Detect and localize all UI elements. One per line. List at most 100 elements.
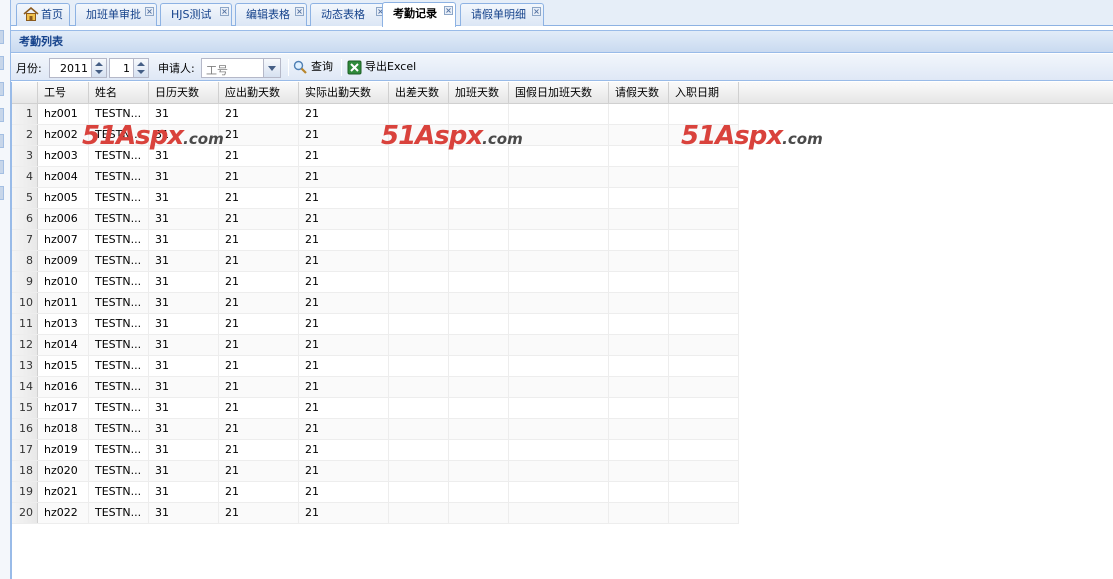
cell-hire-date (669, 104, 739, 124)
query-button[interactable]: 查询 (291, 58, 333, 78)
cell-actual-days: 21 (299, 440, 389, 460)
table-row[interactable]: 16 hz018 TESTN... 31 21 21 (12, 419, 739, 440)
cell-overtime-days (449, 398, 509, 418)
cell-holiday-overtime-days (509, 503, 609, 523)
export-excel-button[interactable]: 导出Excel (345, 58, 416, 78)
cell-overtime-days (449, 251, 509, 271)
table-row[interactable]: 9 hz010 TESTN... 31 21 21 (12, 272, 739, 293)
cell-employee-id: hz022 (38, 503, 89, 523)
spinner-arrows-icon[interactable] (133, 59, 148, 77)
column-header[interactable]: 国假日加班天数 (509, 82, 609, 104)
nav-collapse-handle (0, 160, 4, 174)
cell-actual-days: 21 (299, 125, 389, 145)
column-header[interactable]: 加班天数 (449, 82, 509, 104)
cell-required-days: 21 (219, 167, 299, 187)
cell-holiday-overtime-days (509, 209, 609, 229)
table-row[interactable]: 11 hz013 TESTN... 31 21 21 (12, 314, 739, 335)
left-nav-strip[interactable] (0, 0, 11, 579)
cell-hire-date (669, 293, 739, 313)
year-spinner[interactable]: 2011 (49, 58, 107, 78)
table-row[interactable]: 15 hz017 TESTN... 31 21 21 (12, 398, 739, 419)
table-row[interactable]: 14 hz016 TESTN... 31 21 21 (12, 377, 739, 398)
nav-collapse-handle (0, 56, 4, 70)
cell-business-trip-days (389, 188, 449, 208)
cell-holiday-overtime-days (509, 272, 609, 292)
cell-hire-date (669, 209, 739, 229)
table-row[interactable]: 5 hz005 TESTN... 31 21 21 (12, 188, 739, 209)
table-row[interactable]: 6 hz006 TESTN... 31 21 21 (12, 209, 739, 230)
main-area: 首页 加班单审批 × HJS测试 × 编辑表格 × 动态表格 × 考勤记录 × … (11, 0, 1113, 579)
table-row[interactable]: 4 hz004 TESTN... 31 21 21 (12, 167, 739, 188)
column-header[interactable]: 姓名 (89, 82, 149, 104)
column-header[interactable]: 实际出勤天数 (299, 82, 389, 104)
column-header[interactable]: 日历天数 (149, 82, 219, 104)
cell-hire-date (669, 335, 739, 355)
cell-leave-days (609, 398, 669, 418)
cell-hire-date (669, 188, 739, 208)
table-row[interactable]: 13 hz015 TESTN... 31 21 21 (12, 356, 739, 377)
row-number: 6 (12, 209, 38, 229)
cell-name: TESTN... (89, 104, 149, 124)
cell-overtime-days (449, 125, 509, 145)
tab-overtime-approval[interactable]: 加班单审批 × (75, 3, 157, 26)
cell-overtime-days (449, 461, 509, 481)
row-number: 5 (12, 188, 38, 208)
close-icon[interactable]: × (220, 7, 229, 16)
cell-name: TESTN... (89, 335, 149, 355)
close-icon[interactable]: × (444, 6, 453, 15)
table-row[interactable]: 12 hz014 TESTN... 31 21 21 (12, 335, 739, 356)
applicant-combo[interactable]: 工号 (201, 58, 281, 78)
close-icon[interactable]: × (295, 7, 304, 16)
cell-hire-date (669, 398, 739, 418)
cell-leave-days (609, 230, 669, 250)
chevron-down-icon[interactable] (263, 59, 280, 77)
cell-leave-days (609, 251, 669, 271)
column-header[interactable]: 工号 (38, 82, 89, 104)
cell-leave-days (609, 419, 669, 439)
cell-actual-days: 21 (299, 293, 389, 313)
row-number: 13 (12, 356, 38, 376)
cell-business-trip-days (389, 440, 449, 460)
table-row[interactable]: 10 hz011 TESTN... 31 21 21 (12, 293, 739, 314)
table-row[interactable]: 19 hz021 TESTN... 31 21 21 (12, 482, 739, 503)
tab-edit-table[interactable]: 编辑表格 × (235, 3, 307, 26)
row-number: 8 (12, 251, 38, 271)
cell-business-trip-days (389, 398, 449, 418)
tab-home[interactable]: 首页 (16, 3, 70, 26)
table-row[interactable]: 3 hz003 TESTN... 31 21 21 (12, 146, 739, 167)
table-row[interactable]: 18 hz020 TESTN... 31 21 21 (12, 461, 739, 482)
tab-dynamic-table[interactable]: 动态表格 × (310, 3, 388, 26)
table-row[interactable]: 8 hz009 TESTN... 31 21 21 (12, 251, 739, 272)
cell-employee-id: hz004 (38, 167, 89, 187)
tab-attendance-records[interactable]: 考勤记录 × (382, 2, 456, 27)
month-spinner[interactable]: 1 (109, 58, 149, 78)
tab-leave-details[interactable]: 请假单明细 × (460, 3, 544, 26)
close-icon[interactable]: × (532, 7, 541, 16)
close-icon[interactable]: × (145, 7, 154, 16)
cell-calendar-days: 31 (149, 125, 219, 145)
cell-hire-date (669, 167, 739, 187)
column-header[interactable]: 应出勤天数 (219, 82, 299, 104)
tab-hjs-test[interactable]: HJS测试 × (160, 3, 232, 26)
cell-holiday-overtime-days (509, 377, 609, 397)
spinner-arrows-icon[interactable] (91, 59, 106, 77)
table-row[interactable]: 20 hz022 TESTN... 31 21 21 (12, 503, 739, 524)
cell-holiday-overtime-days (509, 293, 609, 313)
cell-actual-days: 21 (299, 146, 389, 166)
cell-required-days: 21 (219, 125, 299, 145)
row-number: 11 (12, 314, 38, 334)
column-header[interactable]: 出差天数 (389, 82, 449, 104)
cell-hire-date (669, 251, 739, 271)
cell-overtime-days (449, 293, 509, 313)
column-header[interactable]: 请假天数 (609, 82, 669, 104)
cell-overtime-days (449, 104, 509, 124)
table-row[interactable]: 1 hz001 TESTN... 31 21 21 (12, 104, 739, 125)
table-row[interactable]: 17 hz019 TESTN... 31 21 21 (12, 440, 739, 461)
row-number: 4 (12, 167, 38, 187)
row-number: 10 (12, 293, 38, 313)
table-row[interactable]: 7 hz007 TESTN... 31 21 21 (12, 230, 739, 251)
cell-calendar-days: 31 (149, 356, 219, 376)
column-header[interactable]: 入职日期 (669, 82, 739, 104)
toolbar-separator (288, 59, 289, 76)
table-row[interactable]: 2 hz002 TESTN... 31 21 21 (12, 125, 739, 146)
